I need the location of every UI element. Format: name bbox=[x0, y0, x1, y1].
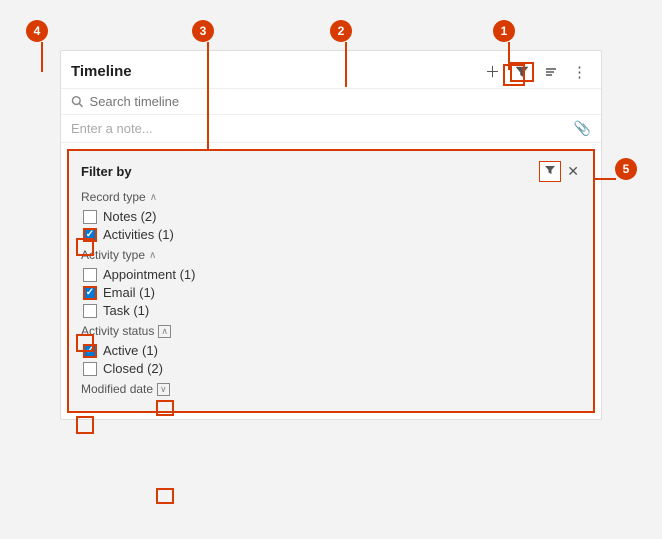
closed-label[interactable]: Closed (2) bbox=[103, 361, 163, 376]
activity-status-chevron[interactable]: ∧ bbox=[158, 325, 171, 338]
active-checkbox-checked[interactable] bbox=[83, 344, 97, 358]
filter-panel-icons: ✕ bbox=[539, 161, 581, 182]
annotation-3: 3 bbox=[192, 20, 214, 42]
filter-panel-header: Filter by ✕ bbox=[81, 161, 581, 182]
small-filter-icon bbox=[544, 164, 556, 176]
record-type-label: Record type ∧ bbox=[81, 190, 581, 204]
activity-type-chevron[interactable]: ∧ bbox=[149, 250, 156, 261]
activities-label[interactable]: Activities (1) bbox=[103, 227, 174, 242]
closed-row: Closed (2) bbox=[83, 361, 581, 376]
filter-button[interactable] bbox=[510, 62, 534, 82]
task-label[interactable]: Task (1) bbox=[103, 303, 149, 318]
active-label[interactable]: Active (1) bbox=[103, 343, 158, 358]
filter-panel: Filter by ✕ Record type ∧ bbox=[67, 149, 595, 413]
timeline-card: Timeline ＋ ⋮ bbox=[60, 50, 602, 420]
activity-type-label: Activity type ∧ bbox=[81, 248, 581, 262]
search-input[interactable] bbox=[90, 94, 591, 109]
modified-date-chevron[interactable]: ∨ bbox=[157, 383, 170, 396]
appointment-row: Appointment (1) bbox=[83, 267, 581, 282]
appointment-label[interactable]: Appointment (1) bbox=[103, 267, 196, 282]
timeline-title: Timeline bbox=[71, 63, 132, 80]
section-record-type: Record type ∧ Notes (2) Activities (1) bbox=[81, 190, 581, 242]
notes-row: Notes (2) bbox=[83, 209, 581, 224]
record-type-chevron[interactable]: ∧ bbox=[150, 192, 157, 203]
section-activity-type: Activity type ∧ Appointment (1) Email (1… bbox=[81, 248, 581, 318]
add-button[interactable]: ＋ bbox=[481, 59, 504, 84]
search-bar bbox=[61, 89, 601, 115]
task-row: Task (1) bbox=[83, 303, 581, 318]
timeline-actions: ＋ ⋮ bbox=[481, 59, 591, 84]
filter-icon bbox=[515, 65, 529, 79]
email-label[interactable]: Email (1) bbox=[103, 285, 155, 300]
activities-row: Activities (1) bbox=[83, 227, 581, 242]
task-checkbox[interactable] bbox=[83, 304, 97, 318]
filter-close-button[interactable]: ✕ bbox=[565, 163, 581, 180]
note-placeholder: Enter a note... bbox=[71, 121, 153, 136]
email-row: Email (1) bbox=[83, 285, 581, 300]
activity-status-label: Activity status ∧ bbox=[81, 324, 581, 338]
annotation-4: 4 bbox=[26, 20, 48, 42]
note-input-area: Enter a note... 📎 bbox=[61, 115, 601, 143]
active-row: Active (1) bbox=[83, 343, 581, 358]
attachment-icon[interactable]: 📎 bbox=[574, 120, 591, 137]
section-activity-status: Activity status ∧ Active (1) Closed (2) bbox=[81, 324, 581, 376]
notes-checkbox-unchecked[interactable] bbox=[83, 210, 97, 224]
timeline-header: Timeline ＋ ⋮ bbox=[61, 51, 601, 89]
search-icon bbox=[71, 95, 84, 108]
filter-panel-title: Filter by bbox=[81, 164, 132, 179]
email-checkbox-checked[interactable] bbox=[83, 286, 97, 300]
annotation-1: 1 bbox=[493, 20, 515, 42]
filter-panel-filter-icon[interactable] bbox=[539, 161, 561, 182]
sort-button[interactable] bbox=[540, 63, 562, 81]
notes-label[interactable]: Notes (2) bbox=[103, 209, 156, 224]
closed-checkbox[interactable] bbox=[83, 362, 97, 376]
sort-icon bbox=[544, 65, 558, 79]
more-button[interactable]: ⋮ bbox=[568, 61, 591, 83]
section-modified-date: Modified date ∨ bbox=[81, 382, 581, 396]
activities-checkbox-checked[interactable] bbox=[83, 228, 97, 242]
modified-date-label: Modified date ∨ bbox=[81, 382, 581, 396]
appointment-checkbox[interactable] bbox=[83, 268, 97, 282]
annotation-2: 2 bbox=[330, 20, 352, 42]
annotation-5: 5 bbox=[615, 158, 637, 180]
